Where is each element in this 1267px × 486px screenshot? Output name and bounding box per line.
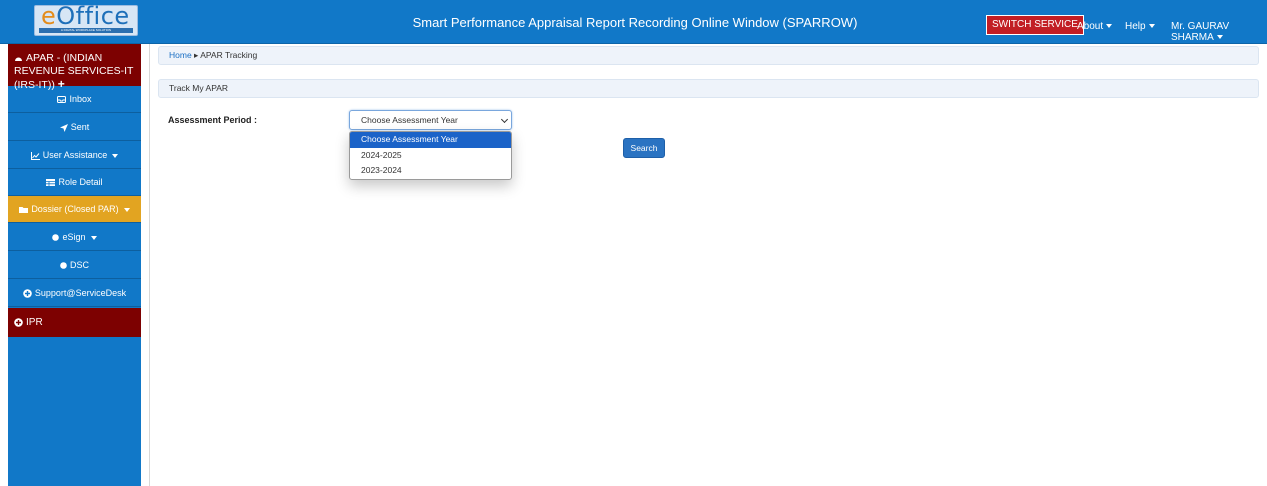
plus-circle-icon xyxy=(14,318,23,327)
dropdown-option[interactable]: 2023-2024 xyxy=(350,163,511,179)
breadcrumb-home-link[interactable]: Home xyxy=(169,50,192,60)
eoffice-logo[interactable]: eOffice A DIGITAL WORKPLACE SOLUTION xyxy=(34,2,138,36)
help-menu[interactable]: Help xyxy=(1125,21,1155,32)
assessment-year-select[interactable]: Choose Assessment Year xyxy=(349,110,512,130)
user-menu[interactable]: Mr. GAURAV SHARMA xyxy=(1171,21,1267,43)
content-divider xyxy=(149,44,150,486)
logo-tagline: A DIGITAL WORKPLACE SOLUTION xyxy=(39,28,133,33)
inbox-icon xyxy=(57,96,67,104)
dropdown-option[interactable]: 2024-2025 xyxy=(350,148,511,164)
sidebar-item-sent[interactable]: Sent xyxy=(8,114,141,141)
plus-circle-icon xyxy=(23,289,32,298)
sidebar-module-head[interactable]: APAR - (INDIAN REVENUE SERVICES-IT (IRS-… xyxy=(8,44,141,91)
breadcrumb: Home ▸ APAR Tracking xyxy=(158,46,1259,65)
about-menu[interactable]: About xyxy=(1077,21,1113,32)
table-icon xyxy=(46,179,56,187)
circle-icon xyxy=(60,262,67,269)
sidebar-item-support[interactable]: Support@ServiceDesk xyxy=(8,280,141,307)
panel-heading: Track My APAR xyxy=(158,79,1259,98)
sidebar-item-dsc[interactable]: DSC xyxy=(8,252,141,279)
logo-text: Office xyxy=(56,2,130,30)
breadcrumb-separator-icon: ▸ xyxy=(191,50,201,60)
search-button[interactable]: Search xyxy=(623,138,665,158)
caret-down-icon xyxy=(1148,24,1155,29)
circle-icon xyxy=(52,234,60,241)
sidebar-item-ipr[interactable]: IPR xyxy=(8,308,141,337)
assessment-year-dropdown: Choose Assessment Year 2024-2025 2023-20… xyxy=(349,131,512,180)
assessment-period-label: Assessment Period : xyxy=(168,115,258,125)
caret-down-icon xyxy=(90,235,97,240)
sidebar-item-esign[interactable]: eSign xyxy=(8,224,141,251)
dashboard-icon xyxy=(15,57,22,62)
sidebar-item-role-detail[interactable]: Role Detail xyxy=(8,169,141,196)
caret-down-icon xyxy=(1106,24,1113,29)
sidebar: APAR - (INDIAN REVENUE SERVICES-IT (IRS-… xyxy=(8,44,141,486)
chart-icon xyxy=(30,151,40,160)
sidebar-item-user-assistance[interactable]: User Assistance xyxy=(8,142,141,169)
caret-down-icon xyxy=(123,207,130,212)
caret-down-icon xyxy=(1216,35,1223,40)
folder-icon xyxy=(19,207,29,214)
top-header: eOffice A DIGITAL WORKPLACE SOLUTION Sma… xyxy=(0,0,1267,44)
sidebar-item-dossier[interactable]: Dossier (Closed PAR) xyxy=(8,196,141,223)
dropdown-option[interactable]: Choose Assessment Year xyxy=(350,132,511,148)
breadcrumb-current: APAR Tracking xyxy=(200,50,258,60)
app-title: Smart Performance Appraisal Report Recor… xyxy=(412,15,858,30)
sidebar-item-inbox[interactable]: Inbox xyxy=(8,86,141,113)
chevron-down-icon xyxy=(500,115,509,124)
switch-service-button[interactable]: SWITCH SERVICE xyxy=(986,15,1084,35)
caret-down-icon xyxy=(112,153,119,158)
send-icon xyxy=(59,123,68,132)
